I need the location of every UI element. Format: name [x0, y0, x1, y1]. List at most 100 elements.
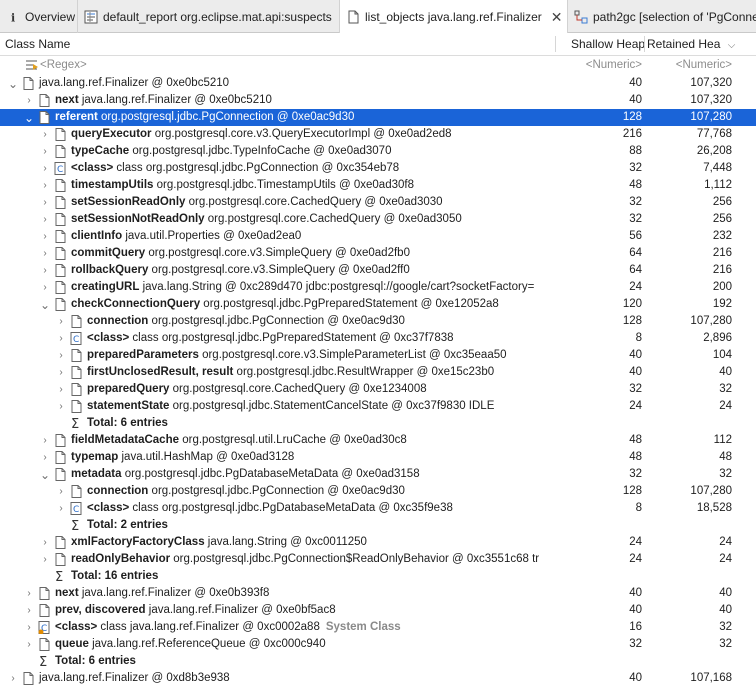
object-description: org.postgresql.jdbc.TypeInfoCache @ 0xe0… [132, 145, 392, 157]
tree-row-next[interactable]: › next java.lang.ref.Finalizer @ 0xe0bc52… [0, 92, 756, 109]
total-row[interactable]: Σ Total: 16 entries [0, 568, 756, 585]
retained-heap-value: 256 [712, 196, 732, 208]
field-name: connection [87, 485, 149, 497]
tree-row-typemap[interactable]: › typemap java.util.HashMap @ 0xe0ad3128 4… [0, 449, 756, 466]
shallow-heap-value: 32 [629, 468, 642, 480]
field-name: metadata [71, 468, 122, 480]
tab-list-objects[interactable]: list_objects java.lang.ref.Finalizer ✕ [340, 0, 568, 34]
tree-row-typecache[interactable]: › typeCache org.postgresql.jdbc.TypeInfoC… [0, 143, 756, 160]
expand-chevron-icon[interactable]: › [56, 483, 66, 500]
tree-row-preparedparameters[interactable]: › preparedParameters org.postgresql.core.… [0, 347, 756, 364]
column-header-class-name[interactable]: Class Name [5, 33, 545, 55]
column-divider[interactable] [644, 36, 645, 52]
tree-row-label: <class> class org.postgresql.jdbc.PgConn… [71, 160, 399, 177]
expand-chevron-icon[interactable]: › [40, 279, 50, 296]
expand-chevron-icon[interactable]: › [40, 262, 50, 279]
collapse-chevron-icon[interactable]: ⌄ [40, 296, 50, 313]
expand-chevron-icon[interactable]: › [56, 364, 66, 381]
tree-row-root-object[interactable]: ⌄ java.lang.ref.Finalizer @ 0xe0bc5210 40 1… [0, 75, 756, 92]
tree-row-label: typemap java.util.HashMap @ 0xe0ad3128 [71, 449, 294, 466]
tree-row-xmlfactoryfactoryclass[interactable]: › xmlFactoryFactoryClass java.lang.String… [0, 534, 756, 551]
total-row[interactable]: Σ Total: 6 entries [0, 653, 756, 670]
regex-filter-input[interactable]: <Regex> [40, 57, 87, 74]
tree-row-next[interactable]: › next java.lang.ref.Finalizer @ 0xe0b393… [0, 585, 756, 602]
retained-heap-value: 232 [712, 230, 732, 242]
tree-row-rollbackquery[interactable]: › rollbackQuery org.postgresql.core.v3.Si… [0, 262, 756, 279]
tab-path2gc[interactable]: path2gc [selection of 'PgConnection [568, 0, 756, 33]
expand-chevron-icon[interactable]: › [40, 194, 50, 211]
expand-chevron-icon[interactable]: › [24, 619, 34, 636]
column-header-retained-heap[interactable]: Retained Hea ⌵ [647, 33, 756, 55]
tree-row-root-object[interactable]: › java.lang.ref.Finalizer @ 0xd8b3e938 40 1… [0, 670, 756, 687]
expand-chevron-icon[interactable]: › [56, 500, 66, 517]
close-icon[interactable]: ✕ [551, 9, 563, 26]
list-objects-icon [346, 10, 360, 24]
expand-chevron-icon[interactable]: › [40, 551, 50, 568]
shallow-heap-filter-input[interactable]: <Numeric> [556, 57, 644, 74]
retained-heap-filter-input[interactable]: <Numeric> [644, 57, 756, 74]
total-row[interactable]: Σ Total: 2 entries [0, 517, 756, 534]
tree-row-metadata[interactable]: ⌄ metadata org.postgresql.jdbc.PgDatabase… [0, 466, 756, 483]
expand-chevron-icon[interactable]: › [40, 245, 50, 262]
column-divider[interactable] [555, 36, 556, 52]
tab-default-report[interactable]: default_report org.eclipse.mat.api:suspe… [78, 0, 340, 33]
collapse-chevron-icon[interactable]: ⌄ [24, 109, 34, 126]
tree-row-preparedquery[interactable]: › preparedQuery org.postgresql.core.Cache… [0, 381, 756, 398]
tree-row-label: Total: 16 entries [71, 568, 158, 585]
tree-row-statementstate[interactable]: › statementState org.postgresql.jdbc.Stat… [0, 398, 756, 415]
tree-row-class[interactable]: › C <class> class java.lang.ref.Finalizer … [0, 619, 756, 636]
expand-chevron-icon[interactable]: › [24, 602, 34, 619]
shallow-heap-value: 32 [629, 638, 642, 650]
expand-chevron-icon[interactable]: › [40, 177, 50, 194]
expand-chevron-icon[interactable]: › [40, 228, 50, 245]
shallow-heap-value: 24 [629, 536, 642, 548]
expand-chevron-icon[interactable]: › [40, 211, 50, 228]
tree-row-connection[interactable]: › connection org.postgresql.jdbc.PgConnec… [0, 483, 756, 500]
expand-chevron-icon[interactable]: › [24, 636, 34, 653]
tree-row-fieldmetadatacache[interactable]: › fieldMetadataCache org.postgresql.util.… [0, 432, 756, 449]
tree-row-firstunclosedresult-result[interactable]: › firstUnclosedResult, result org.postgre… [0, 364, 756, 381]
tree-row-readonlybehavior[interactable]: › readOnlyBehavior org.postgresql.jdbc.Pg… [0, 551, 756, 568]
shallow-heap-value: 88 [629, 145, 642, 157]
expand-chevron-icon[interactable]: › [24, 92, 34, 109]
collapse-chevron-icon[interactable]: ⌄ [40, 466, 50, 483]
total-label: Total: 16 entries [71, 570, 159, 582]
field-name: creatingURL [71, 281, 140, 293]
report-icon [84, 10, 98, 24]
expand-chevron-icon[interactable]: › [40, 534, 50, 551]
tree-row-checkconnectionquery[interactable]: ⌄ checkConnectionQuery org.postgresql.jdb… [0, 296, 756, 313]
tree-row-clientinfo[interactable]: › clientInfo java.util.Properties @ 0xe0a… [0, 228, 756, 245]
retained-heap-value: 112 [713, 434, 732, 446]
tree-row-setsessionnotreadonly[interactable]: › setSessionNotReadOnly org.postgresql.co… [0, 211, 756, 228]
tree-row-timestamputils[interactable]: › timestampUtils org.postgresql.jdbc.Time… [0, 177, 756, 194]
expand-chevron-icon[interactable]: › [56, 381, 66, 398]
expand-chevron-icon[interactable]: › [40, 143, 50, 160]
tree-row-commitquery[interactable]: › commitQuery org.postgresql.core.v3.Simp… [0, 245, 756, 262]
expand-chevron-icon[interactable]: › [40, 160, 50, 177]
tree-row-referent[interactable]: ⌄ referent org.postgresql.jdbc.PgConnecti… [0, 109, 756, 126]
expand-chevron-icon[interactable]: › [56, 313, 66, 330]
expand-chevron-icon[interactable]: › [24, 585, 34, 602]
tree-row-queue[interactable]: › queue java.lang.ref.ReferenceQueue @ 0x… [0, 636, 756, 653]
tree-row-class[interactable]: › C <class> class org.postgresql.jdbc.PgDa… [0, 500, 756, 517]
object-description: org.postgresql.jdbc.PgConnection @ 0xe0a… [151, 485, 405, 497]
expand-chevron-icon[interactable]: › [40, 126, 50, 143]
expand-chevron-icon[interactable]: › [56, 330, 66, 347]
tree-row-creatingurl[interactable]: › creatingURL java.lang.String @ 0xc289d4… [0, 279, 756, 296]
tree-row-setsessionreadonly[interactable]: › setSessionReadOnly org.postgresql.core.… [0, 194, 756, 211]
expand-chevron-icon[interactable]: › [8, 670, 18, 687]
expand-chevron-icon[interactable]: › [56, 347, 66, 364]
tree-row-class[interactable]: › C <class> class org.postgresql.jdbc.PgPr… [0, 330, 756, 347]
expand-chevron-icon[interactable]: › [56, 398, 66, 415]
tab-overview[interactable]: i Overview [0, 0, 78, 33]
total-row[interactable]: Σ Total: 6 entries [0, 415, 756, 432]
tree-row-prev-discovered[interactable]: › prev, discovered java.lang.ref.Finalize… [0, 602, 756, 619]
tree-row-label: clientInfo java.util.Properties @ 0xe0ad… [71, 228, 301, 245]
column-header-shallow-heap[interactable]: Shallow Heap [571, 33, 644, 55]
tree-row-queryexecutor[interactable]: › queryExecutor org.postgresql.core.v3.Qu… [0, 126, 756, 143]
collapse-chevron-icon[interactable]: ⌄ [8, 75, 18, 92]
tree-row-class[interactable]: › C <class> class org.postgresql.jdbc.PgCo… [0, 160, 756, 177]
expand-chevron-icon[interactable]: › [40, 432, 50, 449]
tree-row-connection[interactable]: › connection org.postgresql.jdbc.PgConnec… [0, 313, 756, 330]
expand-chevron-icon[interactable]: › [40, 449, 50, 466]
